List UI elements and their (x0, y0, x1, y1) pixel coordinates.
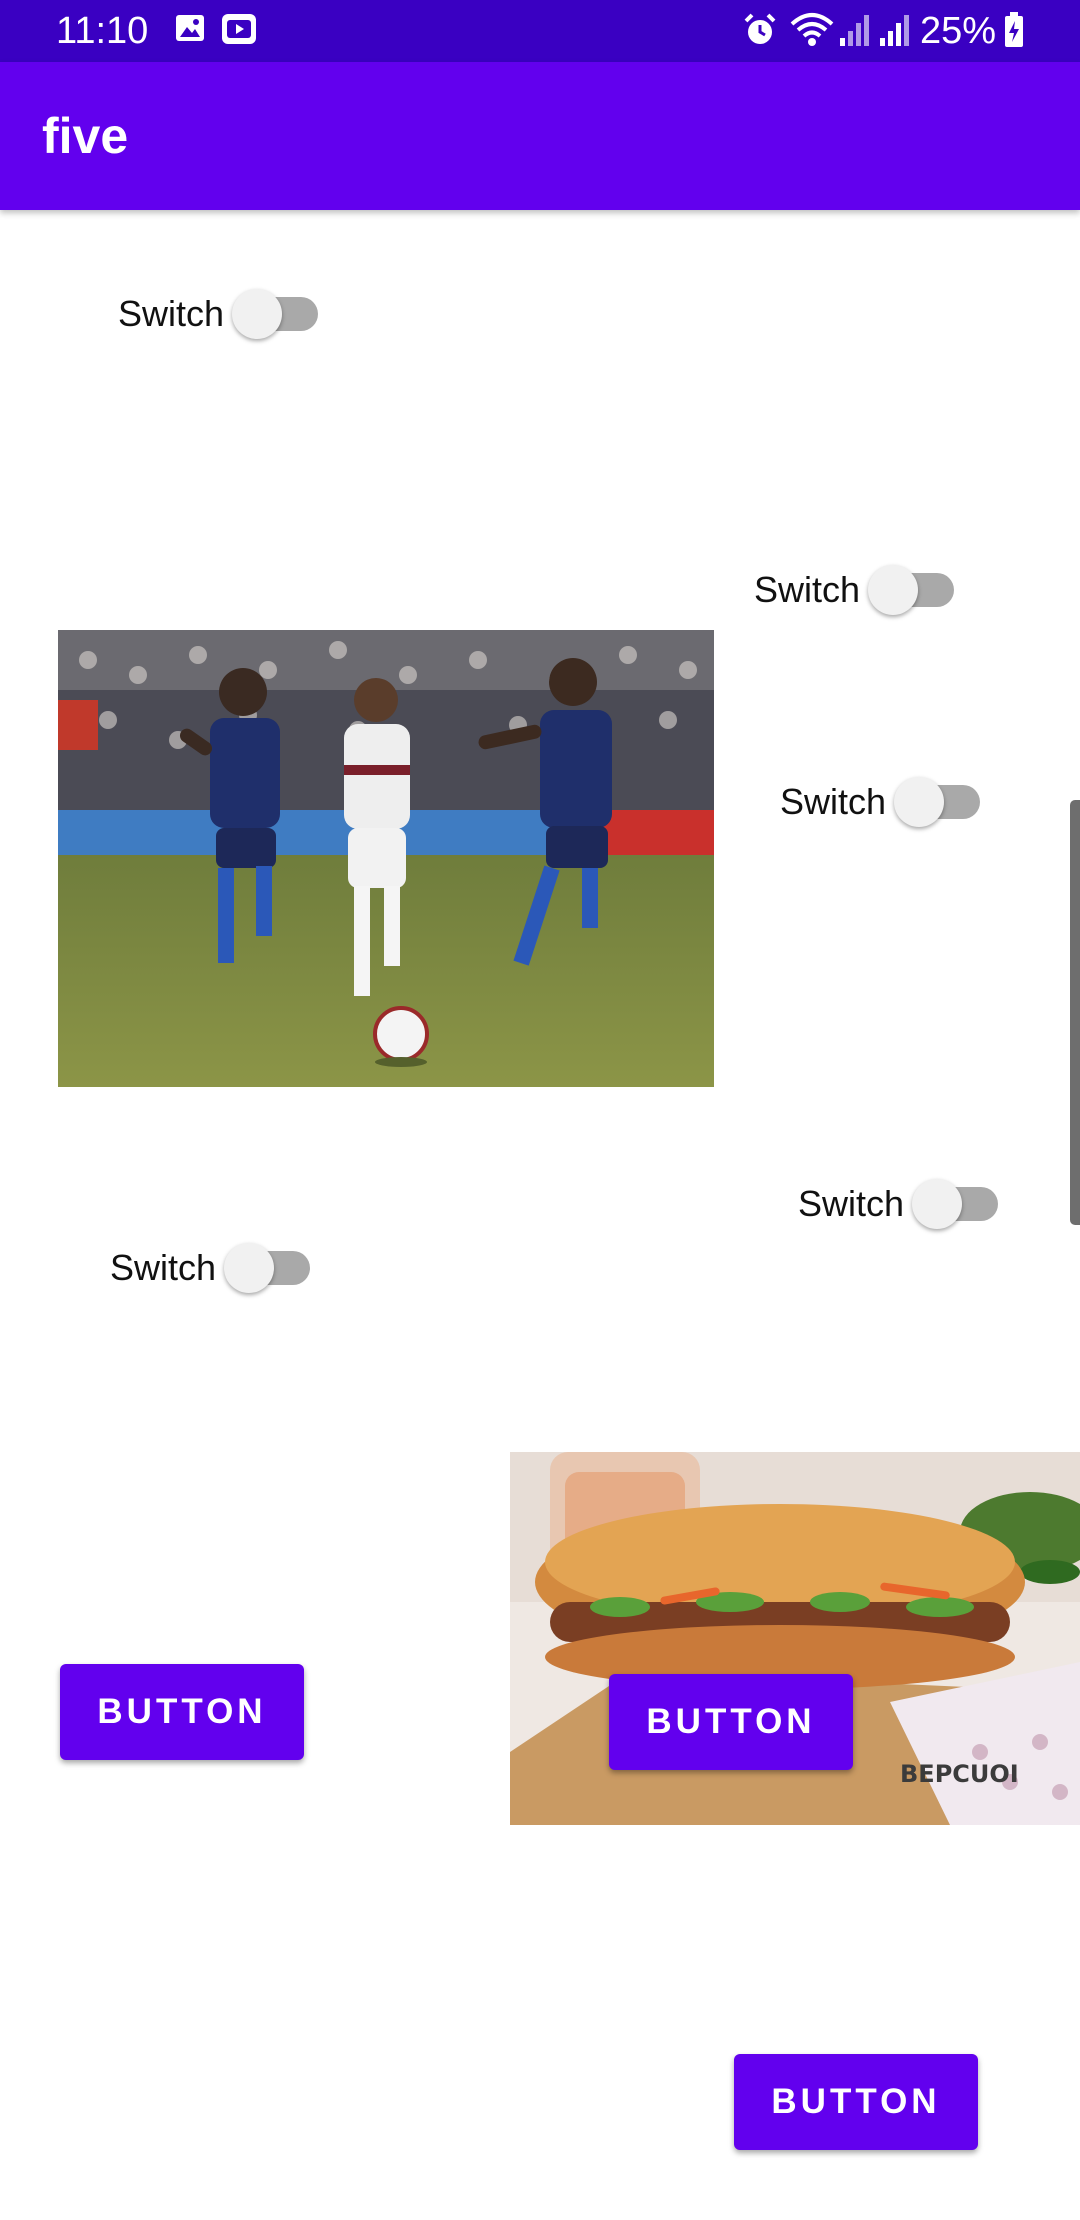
button-1[interactable]: BUTTON (60, 1664, 304, 1760)
signal-icon (878, 12, 910, 53)
switch-thumb (868, 565, 919, 615)
switch-label: Switch (798, 1183, 905, 1224)
button-3[interactable]: BUTTON (734, 2054, 978, 2150)
switch-3[interactable]: Switch (780, 772, 981, 832)
switch-label: Switch (110, 1247, 217, 1288)
wifi-icon (790, 12, 834, 53)
status-time: 11:10 (56, 10, 149, 52)
app-title: five (42, 108, 129, 164)
switch-4[interactable]: Switch (798, 1174, 999, 1234)
switch-5[interactable]: Switch (110, 1238, 311, 1298)
alarm-icon (742, 12, 778, 53)
svg-text:BEPCUOI: BEPCUOI (900, 1760, 1019, 1788)
switch-2[interactable]: Switch (754, 560, 955, 620)
switch-1[interactable]: Switch (118, 284, 319, 344)
status-bar: 11:10 25% (0, 0, 1080, 62)
scrollbar[interactable] (1070, 800, 1080, 1225)
switch-thumb (224, 1243, 275, 1293)
switch-toggle[interactable] (894, 777, 981, 827)
battery-charging-icon (1004, 12, 1024, 53)
switch-toggle[interactable] (912, 1179, 999, 1229)
switch-label: Switch (754, 569, 861, 610)
app-bar: five (0, 62, 1080, 210)
switch-thumb (912, 1179, 963, 1229)
switch-thumb (894, 777, 945, 827)
switch-label: Switch (780, 781, 887, 822)
switch-toggle[interactable] (232, 289, 319, 339)
soccer-image (58, 630, 714, 1087)
switch-thumb (232, 289, 283, 339)
switch-toggle[interactable] (868, 565, 955, 615)
battery-percent: 25% (920, 10, 997, 52)
button-2[interactable]: BUTTON (609, 1674, 853, 1770)
switch-label: Switch (118, 293, 225, 334)
gallery-icon (174, 12, 206, 49)
switch-toggle[interactable] (224, 1243, 311, 1293)
signal-icon (838, 12, 870, 53)
video-icon (220, 12, 258, 51)
